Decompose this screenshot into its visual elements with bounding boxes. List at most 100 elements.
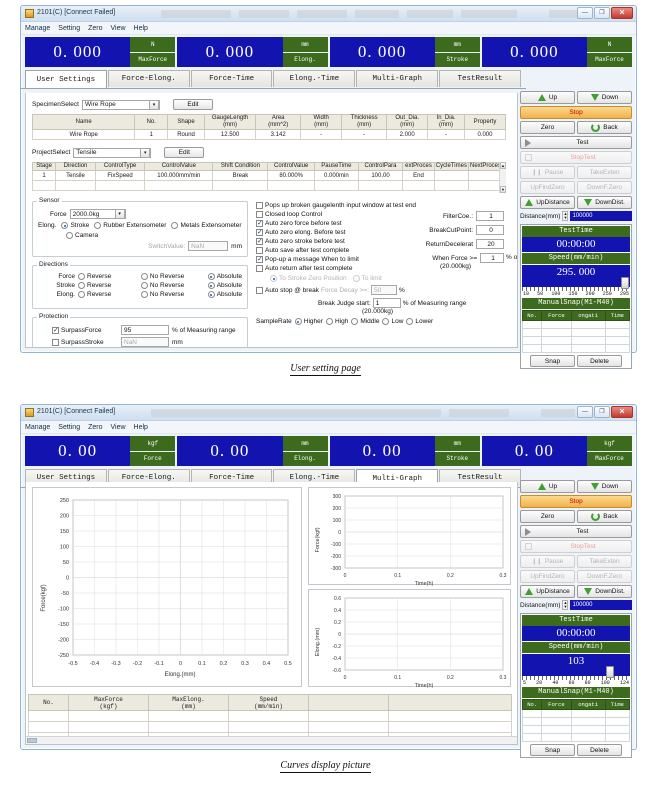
check-auto-save[interactable]: Auto save after test complete: [256, 247, 349, 254]
snap-button[interactable]: Snap: [530, 744, 575, 756]
tab-force-time[interactable]: Force-Time: [190, 70, 273, 87]
check-popup-message-limit[interactable]: Pop-up a message When to limit: [256, 255, 359, 263]
minimize-button[interactable]: —: [577, 7, 593, 19]
table-row[interactable]: 1 Tensile FixSpeed 100.000mm/min Break 8…: [31, 170, 507, 181]
menu-zero[interactable]: Zero: [88, 25, 102, 32]
horizontal-scrollbar[interactable]: [26, 736, 517, 744]
check-auto-zero-force[interactable]: Auto zero force before test: [256, 219, 342, 227]
menu-setting[interactable]: Setting: [58, 424, 80, 431]
test-button[interactable]: Test: [520, 136, 632, 149]
radio-to-limit[interactable]: To limit: [352, 275, 382, 282]
zero-button[interactable]: Zero: [520, 510, 575, 523]
menu-view[interactable]: View: [111, 424, 126, 431]
test-button[interactable]: Test: [520, 525, 632, 538]
updistance-button[interactable]: UpDistance: [520, 196, 575, 209]
whenforce-input[interactable]: 1: [480, 253, 504, 263]
project-select-combo[interactable]: Tensile ▾: [73, 147, 152, 158]
radio-stroke-absolute[interactable]: Absolute: [207, 282, 242, 289]
speed-slider[interactable]: [522, 277, 630, 289]
specimen-edit-button[interactable]: Edit: [172, 99, 213, 110]
close-button[interactable]: ✕: [611, 406, 633, 418]
table-row[interactable]: [521, 733, 631, 742]
chevron-down-icon[interactable]: ▾: [114, 209, 125, 219]
speed-slider-knob[interactable]: [606, 666, 615, 678]
break-judge-input[interactable]: 1: [372, 298, 401, 308]
up-button[interactable]: Up: [520, 91, 575, 104]
radio-stroke-reverse[interactable]: Reverse: [78, 282, 138, 289]
project-table-scrollbar[interactable]: ▲ ▼: [499, 162, 506, 193]
radio-samplerate-middle[interactable]: Middle: [351, 318, 379, 325]
radio-to-stroke-zero[interactable]: To Stroke Zero Position: [270, 275, 347, 282]
zero-button[interactable]: Zero: [520, 121, 575, 134]
table-row[interactable]: [31, 180, 507, 191]
table-row[interactable]: [521, 725, 631, 734]
menu-zero[interactable]: Zero: [88, 424, 102, 431]
check-auto-return[interactable]: Auto return after test complete: [256, 265, 352, 272]
table-row[interactable]: [521, 328, 631, 337]
table-row[interactable]: [28, 710, 512, 722]
radio-samplerate-high[interactable]: High: [325, 318, 348, 325]
table-row[interactable]: [521, 320, 631, 329]
check-auto-stop-break[interactable]: Auto stop @ break: [256, 286, 319, 294]
radio-metals-extensometer[interactable]: Metals Extensometer: [171, 222, 242, 229]
radio-stroke-noreverse[interactable]: No Reverse: [140, 282, 205, 289]
menu-help[interactable]: Help: [134, 424, 148, 431]
radio-force-noreverse[interactable]: No Reverse: [140, 273, 205, 280]
tab-elong-time[interactable]: Elong.-Time: [273, 70, 356, 87]
distance-spinner[interactable]: ▲ ▼: [562, 211, 569, 221]
back-button[interactable]: Back: [577, 510, 632, 523]
radio-elong-absolute[interactable]: Absolute: [207, 291, 242, 298]
menu-help[interactable]: Help: [134, 25, 148, 32]
updistance-button[interactable]: UpDistance: [520, 585, 575, 598]
back-button[interactable]: Back: [577, 121, 632, 134]
delete-button[interactable]: Delete: [577, 744, 622, 756]
distance-spinner[interactable]: ▲ ▼: [562, 600, 569, 610]
radio-samplerate-lower[interactable]: Lower: [406, 318, 433, 325]
menu-manage[interactable]: Manage: [25, 25, 50, 32]
chart-force-time[interactable]: Force(kgf) 300 200 100 0 -100 -200 -300 …: [308, 487, 511, 586]
table-row[interactable]: Wire Rope 1 Round 12.500 3.142 - - 2.000…: [31, 129, 507, 140]
surpassstroke-input[interactable]: NaN: [121, 337, 169, 347]
table-row[interactable]: [521, 336, 631, 345]
tab-testresult[interactable]: TestResult: [439, 70, 521, 87]
radio-rubber-extensometer[interactable]: Rubber Extensometer: [94, 222, 166, 229]
radio-elong-reverse[interactable]: Reverse: [78, 291, 138, 298]
check-popup-broken-gauge[interactable]: Pops up broken gaugelenth input window a…: [256, 202, 416, 209]
check-surpassstroke[interactable]: SurpassStroke: [52, 338, 118, 346]
filtercoe-input[interactable]: 1: [476, 211, 504, 221]
scroll-up-icon[interactable]: ▲: [500, 162, 506, 169]
table-row[interactable]: [521, 709, 631, 718]
check-auto-zero-elong[interactable]: Auto zero elong. Before test: [256, 228, 346, 236]
chart-elong-time[interactable]: Elong.(mm) 0.6 0.4 0.2 0 -0.2 -0.4 -0.6 …: [308, 589, 511, 688]
distance-input[interactable]: 100000: [570, 211, 632, 221]
speed-slider-knob[interactable]: [621, 277, 630, 289]
radio-elong-noreverse[interactable]: No Reverse: [140, 291, 205, 298]
radio-stroke[interactable]: Stroke: [61, 222, 89, 229]
check-auto-zero-stroke[interactable]: Auto zero stroke before test: [256, 237, 345, 245]
up-button[interactable]: Up: [520, 480, 575, 493]
scroll-thumb[interactable]: [27, 738, 37, 743]
breakcutpoint-input[interactable]: 0: [476, 225, 504, 235]
switchvalue-input[interactable]: NaN: [188, 241, 229, 251]
table-row[interactable]: [521, 344, 631, 353]
check-surpassforce[interactable]: SurpassForce: [52, 326, 118, 334]
tab-force-elong[interactable]: Force-Elong.: [107, 70, 190, 87]
force-decay-input[interactable]: 50: [371, 285, 397, 295]
downdist-button[interactable]: DownDist.: [577, 585, 632, 598]
radio-force-absolute[interactable]: Absolute: [207, 273, 242, 280]
radio-samplerate-low[interactable]: Low: [382, 318, 403, 325]
chart-force-elong[interactable]: Force(kgf) 250 200 150 100 50 0 -50 -100…: [32, 487, 302, 687]
sensor-force-combo[interactable]: 2000.0kg ▾: [69, 209, 126, 219]
down-button[interactable]: Down: [577, 480, 632, 493]
tab-user-settings[interactable]: User Settings: [25, 70, 107, 88]
project-edit-button[interactable]: Edit: [164, 147, 205, 158]
titlebar-1[interactable]: 2101(C) [Connect Failed] — ❐ ✕: [21, 6, 636, 22]
down-button[interactable]: Down: [577, 91, 632, 104]
close-button[interactable]: ✕: [611, 7, 633, 19]
stop-button[interactable]: Stop: [520, 495, 632, 508]
surpassforce-input[interactable]: 95: [121, 325, 169, 335]
maximize-button[interactable]: ❐: [594, 7, 610, 19]
returndecelerat-input[interactable]: 20: [476, 239, 504, 249]
maximize-button[interactable]: ❐: [594, 406, 610, 418]
menu-setting[interactable]: Setting: [58, 25, 80, 32]
